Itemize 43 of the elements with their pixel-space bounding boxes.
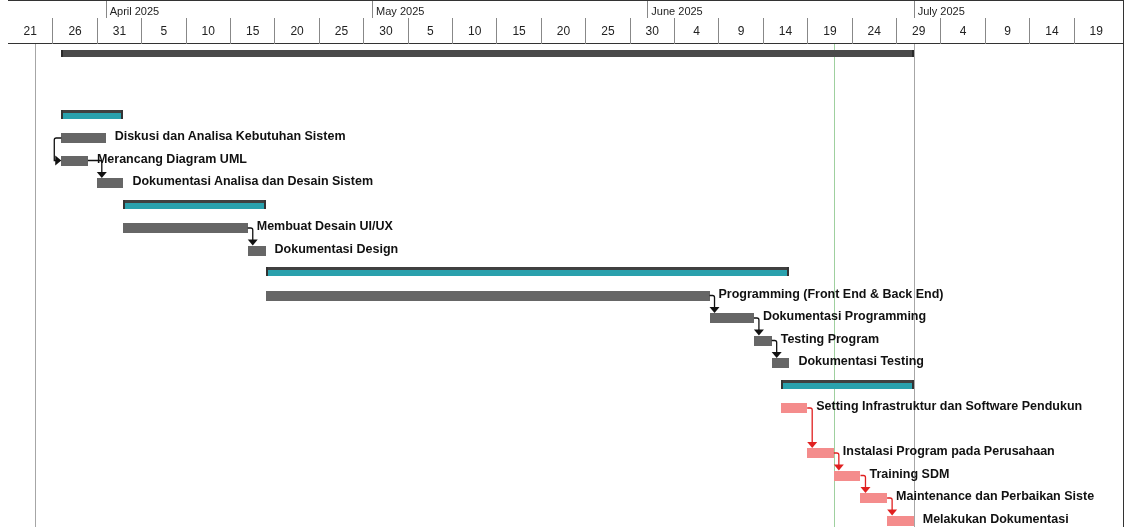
day-label: 24 [867,24,881,38]
day-label: 9 [1004,24,1011,38]
task-label: Testing Program [780,331,880,347]
task-label: Dokumentasi Testing [798,354,924,369]
task-label: Dokumentasi Analisa dan Desain Sistem [132,174,374,189]
day-label: 25 [601,24,615,38]
day-label: 20 [556,24,571,38]
task-label: Training SDM [869,466,950,482]
day-label: 10 [468,24,482,38]
task-label: Instalasi Program pada Perusahaan [842,444,1055,459]
month-label: June 2025 [651,5,703,18]
task-label: Merancang Diagram UML [96,151,247,167]
task-label: Diskusi dan Analisa Kebutuhan Sistem [114,129,346,144]
month-label: July 2025 [917,5,965,18]
day-label: 5 [426,24,434,38]
day-label: 10 [201,24,215,38]
day-label: 25 [334,24,349,38]
task-label: Dokumentasi Programming [762,309,927,324]
day-label: 30 [379,24,393,38]
month-label: May 2025 [376,5,425,18]
day-label: 4 [959,24,967,38]
day-label: 14 [778,24,793,38]
day-label: 15 [512,24,526,38]
day-label: 19 [823,24,837,38]
task-label: Programming (Front End & Back End) [718,286,944,302]
day-label: 19 [1089,24,1103,38]
day-label: 14 [1045,24,1059,38]
task-label: Setting Infrastruktur dan Software Pendukun [816,399,1083,414]
day-label: 29 [912,24,926,38]
day-label: 4 [693,24,701,38]
month-label: April 2025 [109,5,160,18]
day-label: 21 [23,24,37,38]
day-label: 30 [645,24,659,38]
task-label: Dokumentasi Design [274,241,399,257]
day-label: 31 [112,24,127,38]
day-label: 9 [737,24,745,38]
day-label: 20 [290,24,304,38]
task-label: Maintenance dan Perbaikan Siste [896,489,1095,504]
task-label: Membuat Desain UI/UX [256,219,393,234]
day-label: 5 [160,24,168,38]
day-label: 26 [68,24,82,38]
day-label: 15 [246,24,260,38]
task-label: Melakukan Dokumentasi [922,511,1069,527]
